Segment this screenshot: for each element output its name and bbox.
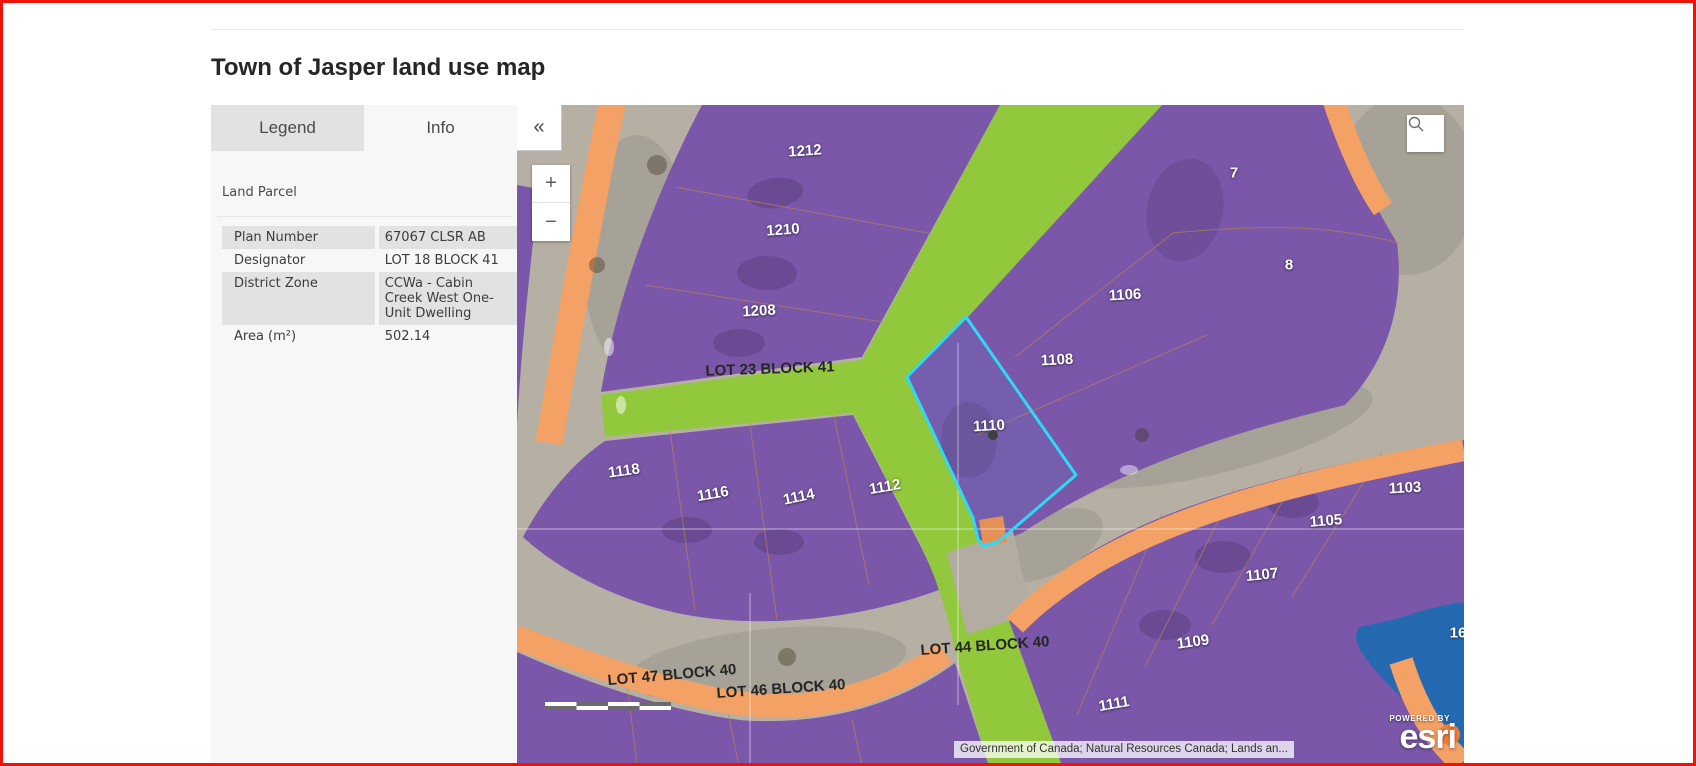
search-icon (1407, 115, 1425, 133)
parcel-label-1212: 1212 (788, 141, 822, 160)
attribute-label: Plan Number (222, 226, 377, 249)
top-divider (211, 29, 1464, 30)
attribute-label: District Zone (222, 272, 377, 325)
attribute-row: District ZoneCCWa - Cabin Creek West One… (222, 272, 517, 325)
attribute-row: Plan Number67067 CLSR AB (222, 226, 517, 249)
tab-legend[interactable]: Legend (211, 105, 364, 151)
page: Town of Jasper land use map LegendInfo L… (0, 0, 1696, 766)
attribute-value: 502.14 (377, 325, 517, 348)
esri-logo: POWERED BY esri (1366, 714, 1462, 766)
esri-brand-text: esri (1366, 723, 1462, 752)
section-title: Land Parcel (222, 185, 517, 200)
table-divider (217, 216, 512, 217)
parcel-label-1106: 1106 (1108, 286, 1141, 305)
parcel-label-7: 7 (1230, 165, 1238, 182)
parcel-label-16: 16 (1450, 625, 1464, 642)
zoom-in-button[interactable]: + (532, 165, 570, 203)
panel-tabs: LegendInfo (211, 105, 517, 151)
collapse-panel-button[interactable]: « (517, 105, 562, 151)
scale-bar (545, 702, 671, 710)
parcel-label-1103: 1103 (1388, 479, 1421, 498)
attributes-table: Plan Number67067 CLSR ABDesignatorLOT 18… (222, 226, 517, 348)
attribute-value: CCWa - Cabin Creek West One-Unit Dwellin… (377, 272, 517, 325)
parcel-label-1107: 1107 (1245, 565, 1279, 585)
attribute-row: Area (m²)502.14 (222, 325, 517, 348)
attribute-value: 67067 CLSR AB (377, 226, 517, 249)
side-panel: LegendInfo Land Parcel Plan Number67067 … (211, 105, 517, 766)
attribute-value: LOT 18 BLOCK 41 (377, 249, 517, 272)
page-title: Town of Jasper land use map (211, 54, 545, 82)
attribute-label: Area (m²) (222, 325, 377, 348)
map-viewport[interactable]: 1212712108110612081108LOT 23 BLOCK 41111… (517, 105, 1464, 766)
attribute-label: Designator (222, 249, 377, 272)
map-attribution: Government of Canada; Natural Resources … (954, 741, 1294, 758)
selected-parcel-marker (988, 430, 998, 440)
search-button[interactable] (1407, 115, 1444, 152)
attribute-row: DesignatorLOT 18 BLOCK 41 (222, 249, 517, 272)
zoom-controls: + − (532, 165, 570, 241)
tab-info[interactable]: Info (364, 105, 517, 151)
parcel-label-1210: 1210 (766, 220, 800, 239)
zoom-out-button[interactable]: − (532, 203, 570, 241)
parcel-label-1208: 1208 (742, 302, 776, 321)
panel-body: Land Parcel Plan Number67067 CLSR ABDesi… (211, 151, 517, 348)
parcel-label-1108: 1108 (1040, 351, 1073, 370)
parcel-label-8: 8 (1285, 257, 1293, 274)
parcel-label-1105: 1105 (1309, 511, 1343, 531)
